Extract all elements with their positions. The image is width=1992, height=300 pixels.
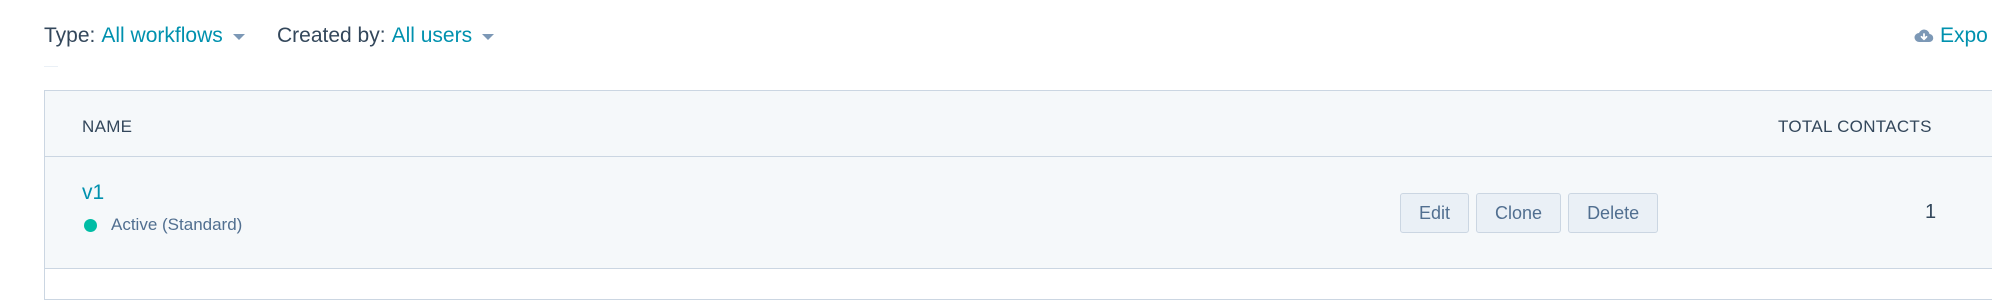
created-by-filter-dropdown[interactable]: All users — [392, 22, 473, 50]
column-header-name[interactable]: NAME — [82, 117, 132, 137]
type-filter-label: Type: — [44, 24, 96, 47]
chevron-down-icon[interactable] — [232, 34, 245, 40]
export-button[interactable]: Expo — [1914, 22, 1988, 50]
status-indicator: Active (Standard) — [84, 215, 242, 235]
workflow-name-link[interactable]: v1 — [82, 181, 104, 205]
table-row: v1 Active (Standard) Edit Clone Delete 1 — [45, 157, 1992, 269]
created-by-filter[interactable]: Created by: All users — [277, 22, 495, 50]
filter-toolbar: Type: All workflows Created by: All user… — [0, 0, 1992, 72]
total-contacts-value: 1 — [1925, 201, 1937, 223]
column-header-total-contacts[interactable]: TOTAL CONTACTS — [1778, 117, 1932, 137]
edit-button[interactable]: Edit — [1400, 193, 1470, 233]
delete-button[interactable]: Delete — [1568, 193, 1659, 233]
chevron-down-icon[interactable] — [482, 34, 495, 40]
cloud-download-icon — [1914, 29, 1934, 43]
status-text: Active (Standard) — [111, 215, 243, 234]
export-label: Expo — [1940, 24, 1988, 47]
clone-button[interactable]: Clone — [1476, 193, 1562, 233]
type-filter-dropdown[interactable]: All workflows — [101, 22, 222, 50]
workflows-table: NAME TOTAL CONTACTS v1 Active (Standard)… — [44, 90, 1992, 300]
table-header: NAME TOTAL CONTACTS — [45, 91, 1992, 157]
type-filter[interactable]: Type: All workflows — [44, 22, 245, 50]
row-actions: Edit Clone Delete — [1400, 193, 1659, 233]
divider — [44, 66, 58, 67]
status-dot-icon — [84, 218, 97, 232]
created-by-filter-label: Created by: — [277, 24, 386, 47]
